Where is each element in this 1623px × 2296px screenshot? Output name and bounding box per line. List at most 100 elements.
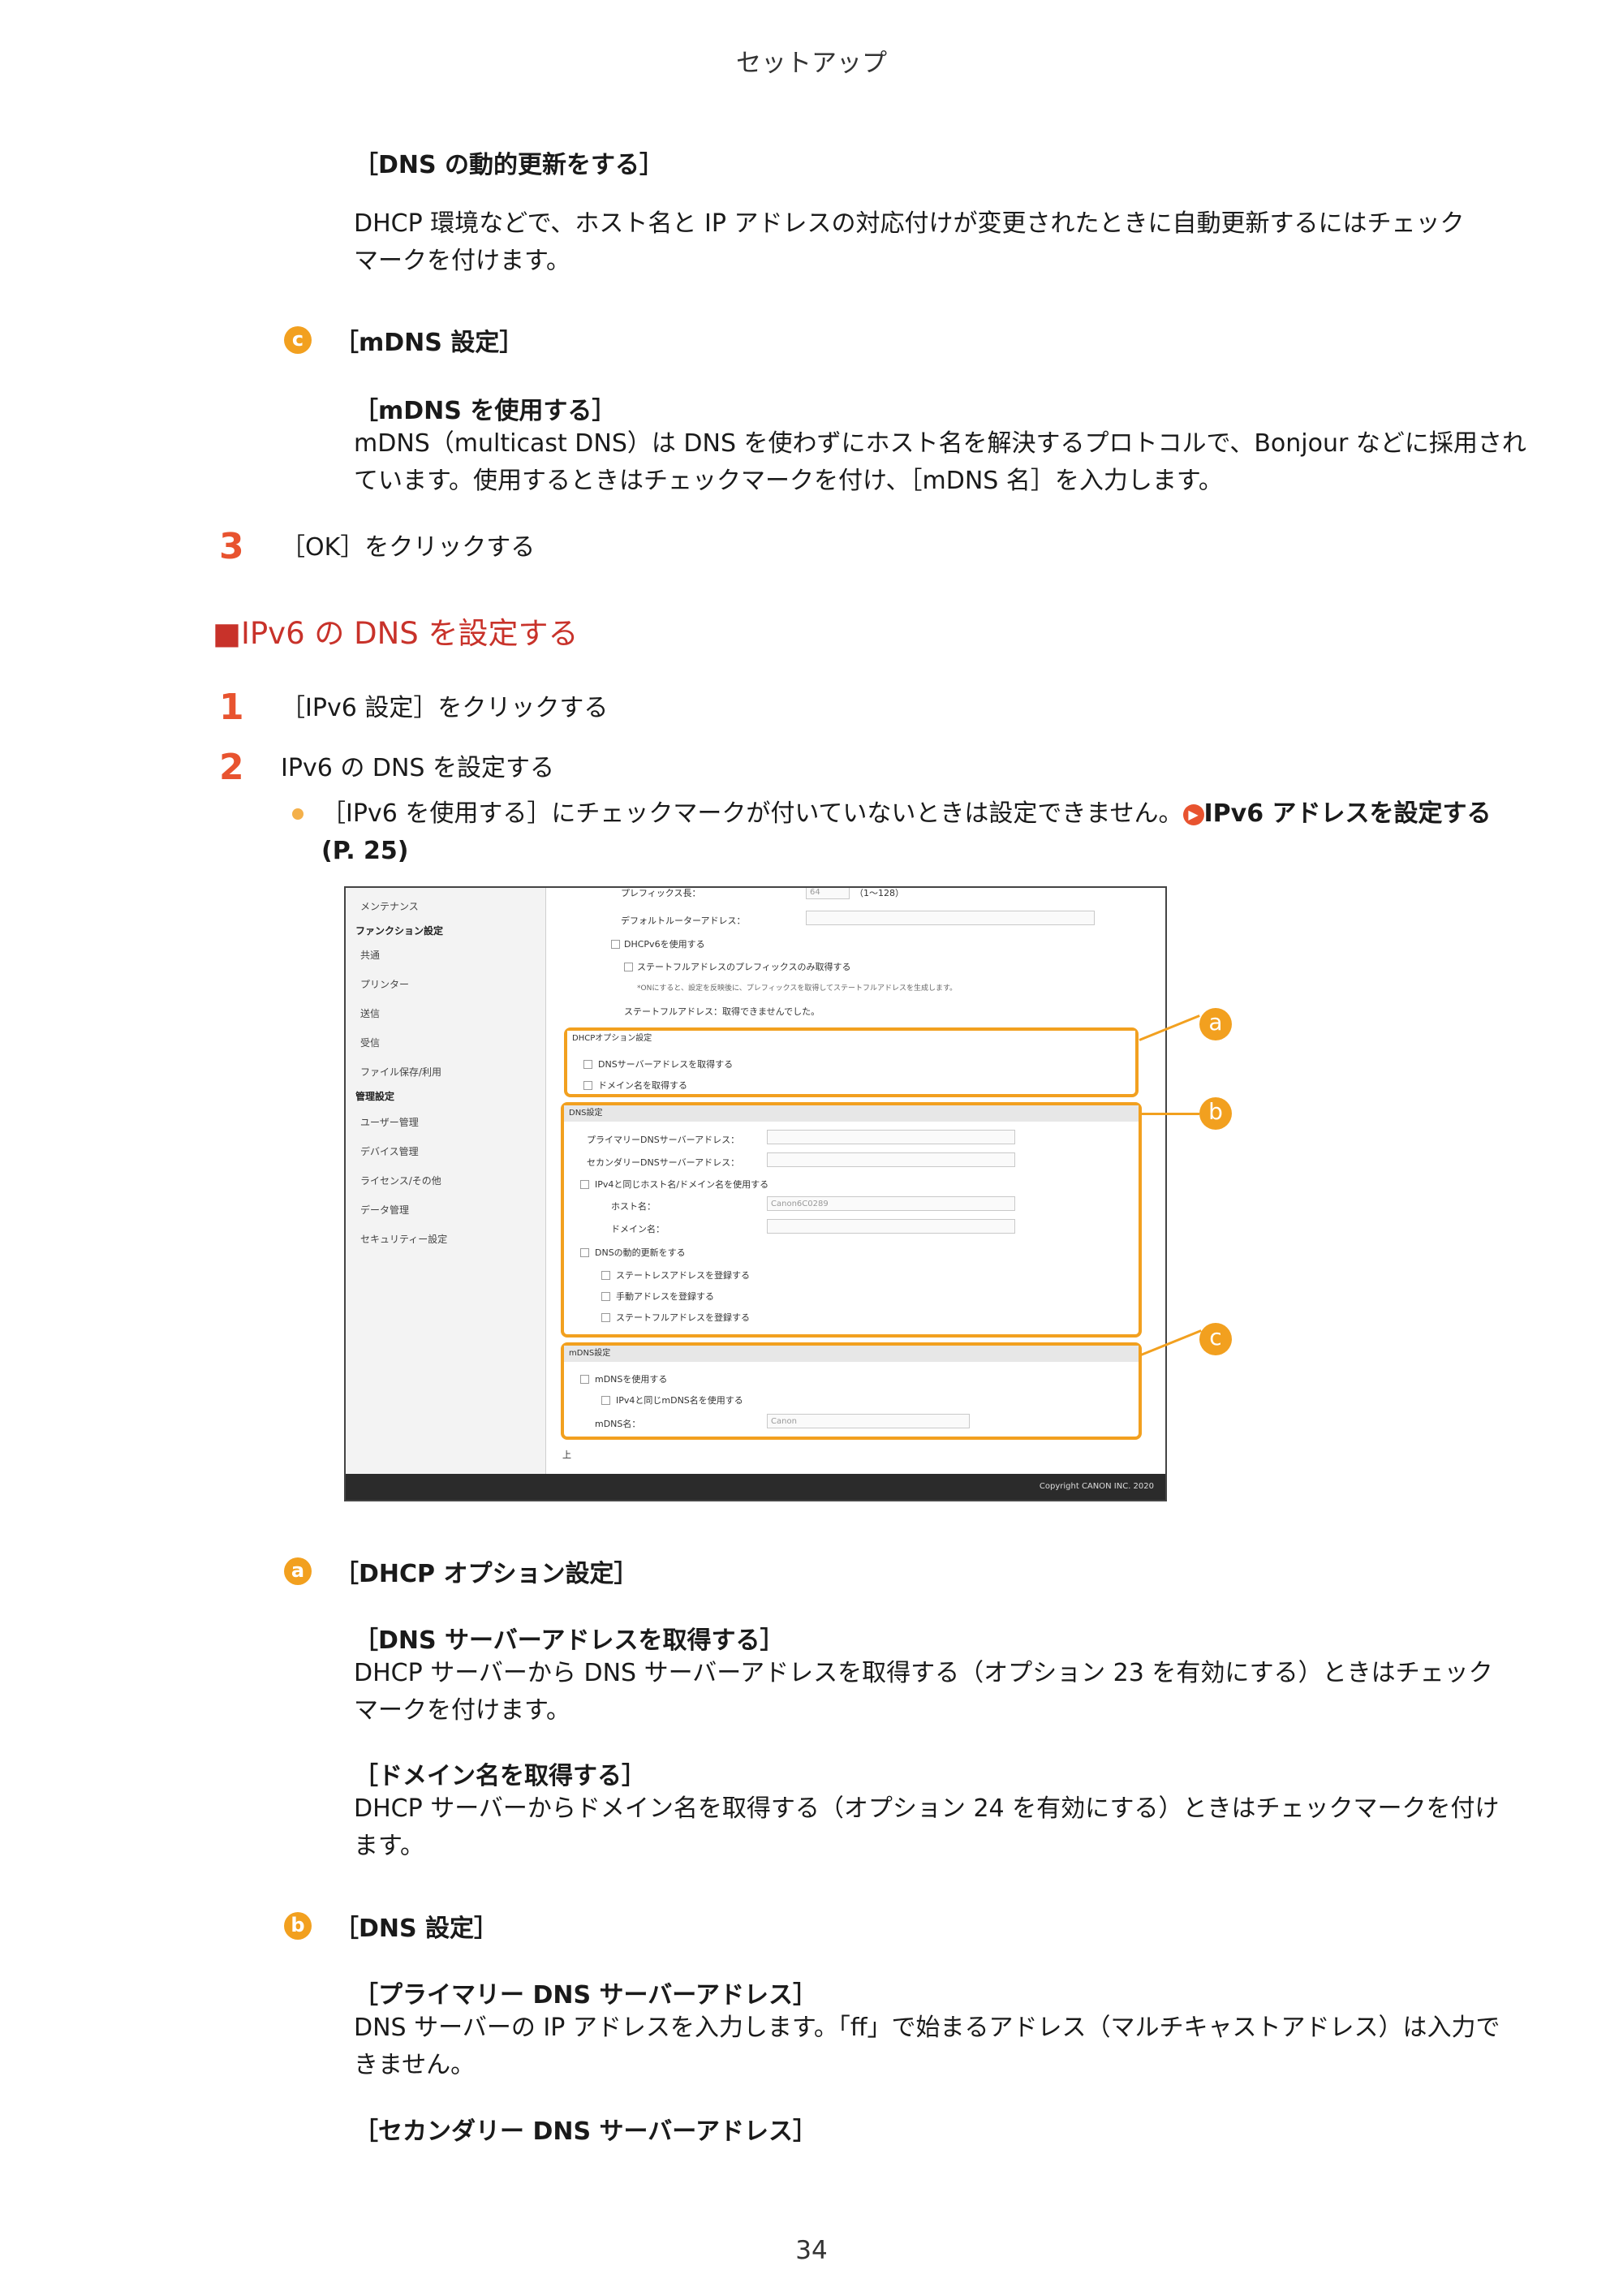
mdns-same-checkbox[interactable] [601,1396,610,1405]
screenshot-sidebar-item[interactable]: データ管理 [360,1203,409,1217]
stateful-address: ステートフルアドレス：取得できませんでした。 [624,1006,820,1017]
dns-update-text-1: DHCP 環境などで、ホスト名と IP アドレスの対応付けが変更されたときに自動… [354,209,1465,238]
mdns-use-checkbox[interactable] [580,1375,589,1384]
dns-update-title: ［DNS の動的更新をする］ [354,151,665,179]
step-1-text: ［IPv6 設定］をクリックする [281,694,609,722]
domain-label: ドメイン名： [611,1224,665,1234]
stateful-prefix-label: ステートフルアドレスのプレフィックスのみ取得する [637,962,851,972]
same-host-label: IPv4と同じホスト名/ドメイン名を使用する [595,1179,769,1190]
screenshot-sidebar-item[interactable]: ファイル保存/利用 [360,1065,441,1079]
primary-dns-text-2: きません。 [354,2051,476,2079]
callout-b-line [1141,1113,1199,1115]
screenshot-sidebar-item[interactable]: ユーザー管理 [360,1115,419,1129]
screenshot-sidebar-item[interactable]: 受信 [360,1036,380,1049]
stateless-checkbox[interactable] [601,1271,610,1280]
manual-label: 手動アドレスを登録する [616,1291,714,1302]
page-header: セットアップ [736,49,887,78]
get-domain-title: ［ドメイン名を取得する］ [354,1762,646,1790]
note: ［IPv6 を使用する］にチェックマークが付いていないときは設定できません。 ▶ I… [321,795,1492,833]
badge-b-icon: b [284,1912,312,1940]
stateless-label: ステートレスアドレスを登録する [616,1270,750,1281]
mdns-text-1: mDNS（multicast DNS）は DNS を使わずにホスト名を解決するプ… [354,429,1526,458]
host-input[interactable]: Canon6C0289 [767,1196,1015,1211]
stateful-prefix-checkbox[interactable] [624,963,633,971]
get-domain-text-1: DHCP サーバーからドメイン名を取得する（オプション 24 を有効にする）とき… [354,1794,1500,1823]
prefix-range: （1～128） [855,888,904,898]
screenshot-sidebar-item[interactable]: 送信 [360,1006,380,1020]
top-link[interactable]: 上 [562,1448,571,1461]
step-3-number: 3 [219,526,244,567]
dns-update-text-2: マークを付けます。 [354,247,570,275]
mdns-settings-group: mDNS設定 mDNSを使用する IPv4と同じmDNS名を使用する mDNS名… [561,1342,1142,1440]
secondary-dns-title: ［セカンダリー DNS サーバーアドレス］ [354,2117,818,2146]
dhcpv6-checkbox[interactable] [611,940,620,949]
screenshot-sidebar-item: ファンクション設定 [355,925,444,937]
get-dns-title: ［DNS サーバーアドレスを取得する］ [354,1626,785,1655]
screenshot-sidebar-item[interactable]: 共通 [360,948,380,962]
dns-set-title: ［DNS 設定］ [334,1915,499,1943]
callout-a-icon: a [1199,1008,1232,1040]
dhcp-option-group: DHCPオプション設定 DNSサーバーアドレスを取得する ドメイン名を取得する [564,1027,1139,1097]
screenshot-footer: Copyright CANON INC. 2020 [346,1474,1165,1500]
mdns-settings-title: mDNS設定 [564,1346,1139,1362]
link-arrow-icon: ▶ [1182,803,1204,825]
step-2-number: 2 [219,747,244,788]
router-input[interactable] [806,911,1095,925]
prefix-input[interactable]: 64 [806,888,850,899]
bullet-icon [292,808,304,820]
get-dns-text-2: マークを付けます。 [354,1696,570,1725]
secondary-dns-input[interactable] [767,1152,1015,1167]
secondary-dns-label: セカンダリーDNSサーバーアドレス： [587,1157,740,1168]
stateful-register-label: ステートフルアドレスを登録する [616,1312,750,1323]
get-domain-text-2: ます。 [354,1832,424,1860]
screenshot-sidebar: メンテナンスファンクション設定共通プリンター送信受信ファイル保存/利用管理設定ユ… [346,888,546,1474]
mdns-use-label: mDNSを使用する [595,1374,668,1385]
mdns-name-input[interactable]: Canon [767,1414,970,1428]
same-host-checkbox[interactable] [580,1180,589,1189]
note-link-page[interactable]: (P. 25) [321,833,409,870]
primary-dns-title: ［プライマリー DNS サーバーアドレス］ [354,1981,818,2010]
mdns-text-2: ています。使用するときはチェックマークを付け、［mDNS 名］を入力します。 [354,467,1223,495]
dynamic-update-checkbox[interactable] [580,1248,589,1257]
primary-dns-label: プライマリーDNSサーバーアドレス： [587,1135,740,1145]
note-link[interactable]: IPv6 アドレスを設定する [1204,799,1492,828]
step-1-number: 1 [219,687,244,728]
screenshot-sidebar-item[interactable]: デバイス管理 [360,1144,419,1158]
section-title: ■IPv6 の DNS を設定する [213,616,579,651]
primary-dns-input[interactable] [767,1130,1015,1144]
page-number: 34 [795,2236,828,2265]
get-dns-text-1: DHCP サーバーから DNS サーバーアドレスを取得する（オプション 23 を… [354,1659,1493,1687]
dns-settings-title: DNS設定 [564,1105,1139,1122]
host-label: ホスト名： [611,1201,656,1212]
mdns-use-title: ［mDNS を使用する］ [354,397,617,425]
mdns-name-label: mDNS名： [595,1419,641,1429]
badge-a-icon: a [284,1557,312,1585]
prefix-label: プレフィックス長： [621,888,701,898]
badge-c-icon: c [284,326,312,354]
screenshot-sidebar-item[interactable]: プリンター [360,977,409,991]
dhcp-opt-title: ［DHCP オプション設定］ [334,1560,639,1588]
step-3-text: ［OK］をクリックする [281,533,536,562]
get-dns-label: DNSサーバーアドレスを取得する [598,1059,734,1070]
stateful-note: *ONにすると、設定を反映後に、プレフィックスを取得してステートフルアドレスを生… [637,984,958,993]
screenshot-sidebar-item[interactable]: メンテナンス [360,899,419,913]
callout-c-icon: c [1199,1323,1232,1355]
get-domain-label: ドメイン名を取得する [598,1080,687,1091]
stateful-register-checkbox[interactable] [601,1313,610,1322]
mdns-title: ［mDNS 設定］ [334,329,524,357]
screenshot-sidebar-item[interactable]: ライセンス/その他 [360,1174,441,1187]
manual-checkbox[interactable] [601,1292,610,1301]
get-dns-checkbox[interactable] [583,1060,592,1069]
step-2-text: IPv6 の DNS を設定する [281,754,554,782]
callout-b-icon: b [1199,1097,1232,1130]
screenshot-sidebar-item: 管理設定 [355,1091,395,1102]
router-label: デフォルトルーターアドレス： [621,915,746,926]
screenshot-sidebar-item[interactable]: セキュリティー設定 [360,1232,447,1246]
mdns-same-label: IPv4と同じmDNS名を使用する [616,1395,743,1406]
note-text: ［IPv6 を使用する］にチェックマークが付いていないときは設定できません。 [321,799,1183,828]
get-domain-checkbox[interactable] [583,1081,592,1090]
screenshot-main: プレフィックス長： 64 （1～128） デフォルトルーターアドレス： DHCP… [546,888,1165,1474]
domain-input[interactable] [767,1219,1015,1234]
settings-screenshot: メンテナンスファンクション設定共通プリンター送信受信ファイル保存/利用管理設定ユ… [344,886,1167,1501]
dns-settings-group: DNS設定 プライマリーDNSサーバーアドレス： セカンダリーDNSサーバーアド… [561,1102,1142,1338]
